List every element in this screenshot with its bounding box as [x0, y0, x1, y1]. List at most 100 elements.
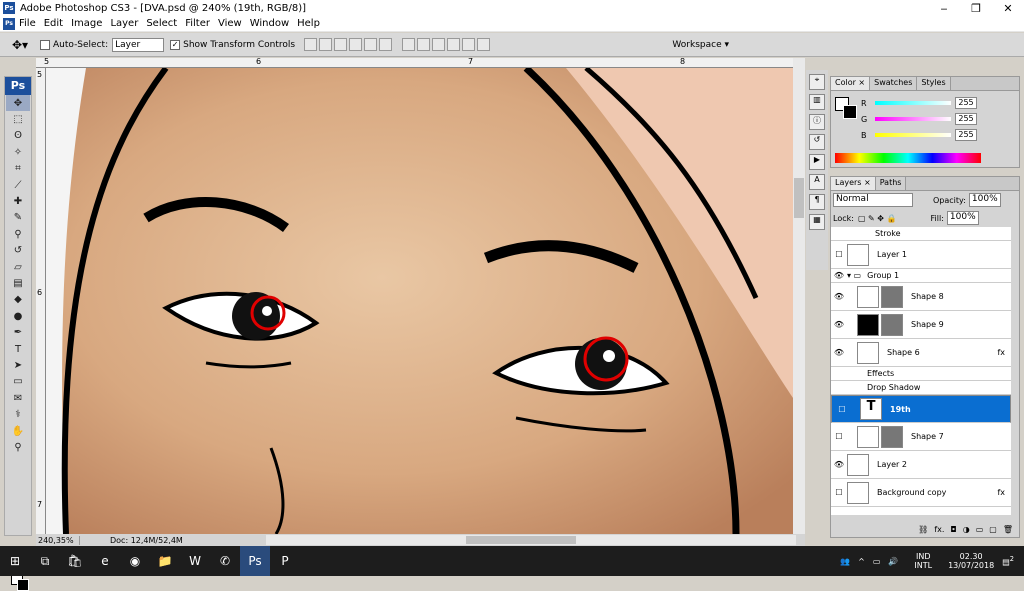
- adjustment-icon[interactable]: ◑: [963, 525, 970, 534]
- line-icon[interactable]: ✆: [210, 546, 240, 576]
- visibility-toggle[interactable]: ☐: [831, 250, 847, 259]
- fx-button-icon[interactable]: fx.: [934, 525, 944, 534]
- new-layer-icon[interactable]: ▢: [989, 525, 997, 534]
- dodge-tool-icon[interactable]: ●: [6, 308, 30, 324]
- layer-row[interactable]: ☐ Shape 7: [831, 423, 1011, 451]
- document-canvas[interactable]: [46, 68, 793, 534]
- histogram-icon[interactable]: ▥: [809, 94, 825, 110]
- green-value[interactable]: 255: [955, 113, 977, 125]
- language-indicator[interactable]: IND INTL: [906, 552, 932, 570]
- crop-tool-icon[interactable]: ⌗: [6, 161, 30, 177]
- network-icon[interactable]: ▭: [873, 557, 881, 566]
- notes-tool-icon[interactable]: ✉: [6, 390, 30, 406]
- lock-icons[interactable]: ▢ ✎ ✥ 🔒: [858, 214, 897, 223]
- fx-icon[interactable]: fx: [997, 488, 1005, 497]
- move-tool-icon[interactable]: ✥: [6, 95, 30, 112]
- visibility-toggle[interactable]: ☐: [831, 488, 847, 497]
- store-icon[interactable]: 🛍: [60, 546, 90, 576]
- pen-tool-icon[interactable]: ✒: [6, 324, 30, 340]
- word-icon[interactable]: W: [180, 546, 210, 576]
- align-bottom-icon[interactable]: [334, 38, 348, 51]
- chrome-icon[interactable]: ◉: [120, 546, 150, 576]
- chevron-down-icon[interactable]: ▾ ▭: [847, 271, 861, 280]
- gradient-tool-icon[interactable]: ▤: [6, 275, 30, 291]
- menu-edit[interactable]: Edit: [40, 18, 67, 29]
- navigator-icon[interactable]: ⌖: [809, 74, 825, 90]
- volume-icon[interactable]: 🔊: [888, 557, 898, 566]
- mask-button-icon[interactable]: ◘: [950, 525, 956, 534]
- powerpoint-icon[interactable]: P: [270, 546, 300, 576]
- align-hcenter-icon[interactable]: [364, 38, 378, 51]
- zoom-tool-icon[interactable]: ⚲: [6, 439, 30, 455]
- healing-brush-icon[interactable]: ✚: [6, 193, 30, 209]
- layer-row-selected[interactable]: ☐ T 19th: [831, 395, 1011, 423]
- tab-color[interactable]: Color ×: [831, 77, 871, 90]
- color-bg-swatch[interactable]: [843, 105, 857, 119]
- actions-icon[interactable]: ▶: [809, 154, 825, 170]
- menu-layer[interactable]: Layer: [106, 18, 142, 29]
- layer-row[interactable]: 👁 Shape 9: [831, 311, 1011, 339]
- trash-icon[interactable]: 🗑: [1003, 525, 1013, 534]
- menu-help[interactable]: Help: [293, 18, 324, 29]
- green-slider[interactable]: G 255: [861, 111, 1019, 127]
- layer-row[interactable]: ☐ Layer 1: [831, 241, 1011, 269]
- task-view-icon[interactable]: ⧉: [30, 546, 60, 576]
- tab-layers[interactable]: Layers ×: [831, 177, 876, 190]
- people-icon[interactable]: 👥: [840, 557, 850, 566]
- visibility-toggle[interactable]: ☐: [831, 432, 847, 441]
- workspace-menu[interactable]: Workspace ▾: [672, 40, 729, 50]
- group-row[interactable]: 👁 ▾ ▭ Group 1: [831, 269, 1011, 283]
- horizontal-scrollbar[interactable]: [266, 535, 796, 545]
- layer-row[interactable]: 👁 Shape 8: [831, 283, 1011, 311]
- edge-icon[interactable]: e: [90, 546, 120, 576]
- minimize-button[interactable]: ‒: [928, 0, 960, 16]
- distribute-vcenter-icon[interactable]: [417, 38, 431, 51]
- menu-filter[interactable]: Filter: [181, 18, 214, 29]
- color-spectrum[interactable]: [835, 153, 981, 163]
- blue-value[interactable]: 255: [955, 129, 977, 141]
- align-right-icon[interactable]: [379, 38, 393, 51]
- new-group-icon[interactable]: ▭: [976, 525, 984, 534]
- link-icon[interactable]: ⛓: [918, 525, 928, 534]
- auto-select-dropdown[interactable]: Layer: [112, 37, 165, 52]
- distribute-top-icon[interactable]: [402, 38, 416, 51]
- show-transform-option[interactable]: ✓ Show Transform Controls: [170, 39, 295, 50]
- auto-select-checkbox[interactable]: [40, 39, 50, 50]
- eye-icon[interactable]: 👁: [831, 460, 847, 469]
- layer-row[interactable]: 👁 Shape 6 fx: [831, 339, 1011, 367]
- distribute-hcenter-icon[interactable]: [462, 38, 476, 51]
- effect-row[interactable]: Drop Shadow: [831, 381, 1011, 395]
- effect-row[interactable]: Effects: [831, 367, 1011, 381]
- visibility-toggle[interactable]: ☐: [834, 405, 850, 414]
- align-left-icon[interactable]: [349, 38, 363, 51]
- red-value[interactable]: 255: [955, 97, 977, 109]
- show-transform-checkbox[interactable]: ✓: [170, 39, 181, 50]
- info-icon[interactable]: ⓘ: [809, 114, 825, 130]
- blue-slider[interactable]: B 255: [861, 127, 1019, 143]
- menu-view[interactable]: View: [214, 18, 246, 29]
- lasso-tool-icon[interactable]: ʘ: [6, 128, 30, 144]
- restore-button[interactable]: ❐: [960, 0, 992, 16]
- blend-mode-dropdown[interactable]: Normal: [833, 193, 913, 207]
- shape-tool-icon[interactable]: ▭: [6, 374, 30, 390]
- fill-field[interactable]: 100%: [946, 211, 979, 225]
- distribute-right-icon[interactable]: [477, 38, 491, 51]
- tab-styles[interactable]: Styles: [917, 77, 951, 90]
- slice-tool-icon[interactable]: ⟋: [6, 177, 30, 193]
- app-menu-icon[interactable]: Ps: [3, 17, 15, 30]
- align-vcenter-icon[interactable]: [319, 38, 333, 51]
- scroll-thumb[interactable]: [466, 536, 576, 544]
- menu-select[interactable]: Select: [142, 18, 181, 29]
- character-icon[interactable]: A: [809, 174, 825, 190]
- scroll-thumb[interactable]: [794, 178, 804, 218]
- distribute-left-icon[interactable]: [447, 38, 461, 51]
- path-select-icon[interactable]: ➤: [6, 357, 30, 373]
- menu-image[interactable]: Image: [67, 18, 106, 29]
- eye-icon[interactable]: 👁: [831, 292, 847, 301]
- zoom-level[interactable]: 240,35%: [36, 535, 80, 545]
- eyedropper-icon[interactable]: ⚕: [6, 406, 30, 422]
- tab-swatches[interactable]: Swatches: [870, 77, 918, 90]
- layer-row[interactable]: ☐ Background copy fx: [831, 479, 1011, 507]
- auto-select-option[interactable]: Auto-Select:: [40, 39, 108, 50]
- background-color[interactable]: [17, 579, 29, 591]
